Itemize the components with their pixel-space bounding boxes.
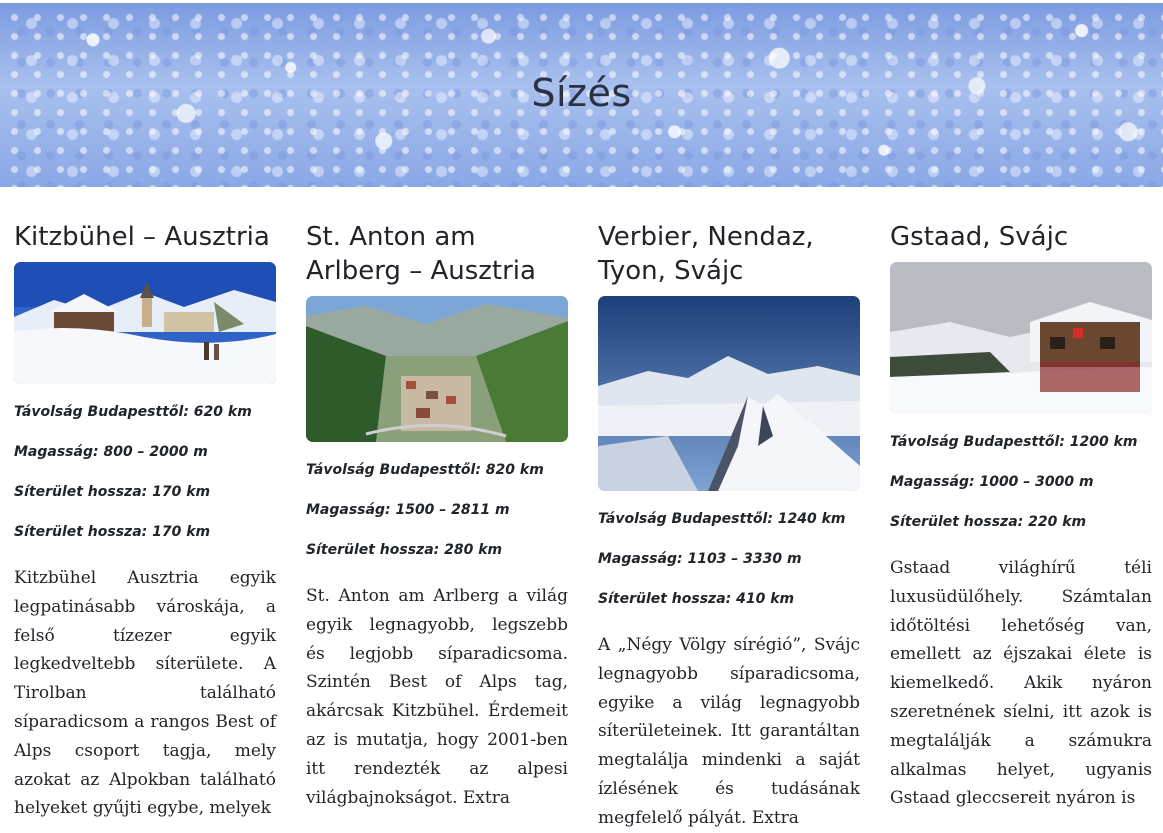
resort-card-st-anton: St. Anton am Arlberg – Ausztria Távolság…: [306, 220, 568, 833]
resort-photo: [598, 296, 860, 491]
slope-length-stat: Síterület hossza: 410 km: [598, 591, 795, 607]
distance-stat: Távolság Budapesttől: 620 km: [14, 404, 252, 420]
distance-stat: Távolság Budapesttől: 1200 km: [890, 434, 1138, 450]
altitude-stat: Magasság: 800 – 2000 m: [14, 444, 208, 460]
resort-card-gstaad: Gstaad, Svájc Távolság Budapesttől: 1200…: [890, 220, 1152, 833]
resort-card-verbier: Verbier, Nendaz, Tyon, Svájc Távolság Bu…: [598, 220, 860, 833]
resort-description: Gstaad világhírű téli luxusüdülőhely. Sz…: [890, 558, 1152, 809]
resort-columns: Kitzbühel – Ausztria Távolság Budapesttő…: [14, 220, 1152, 833]
altitude-stat: Magasság: 1500 – 2811 m: [306, 502, 510, 518]
distance-stat: Távolság Budapesttől: 1240 km: [598, 511, 846, 527]
slope-length-stat: Síterület hossza: 170 km: [14, 484, 211, 500]
slope-length-stat: Síterület hossza: 170 km: [14, 524, 211, 540]
resort-card-kitzbuhel: Kitzbühel – Ausztria Távolság Budapesttő…: [14, 220, 276, 833]
hero-banner: Sízés: [0, 3, 1163, 187]
resort-description: A „Négy Völgy sírégió”, Svájc legnagyobb…: [598, 635, 860, 828]
resort-photo: [306, 296, 568, 442]
resort-title: Kitzbühel – Ausztria: [14, 222, 270, 252]
resort-photo: [890, 262, 1152, 414]
page-title: Sízés: [531, 71, 632, 115]
resort-title: Verbier, Nendaz, Tyon, Svájc: [598, 222, 814, 286]
resort-description: Kitzbühel Ausztria egyik legpatinásabb v…: [14, 568, 276, 819]
altitude-stat: Magasság: 1103 – 3330 m: [598, 551, 802, 567]
slope-length-stat: Síterület hossza: 220 km: [890, 514, 1087, 530]
altitude-stat: Magasság: 1000 – 3000 m: [890, 474, 1094, 490]
distance-stat: Távolság Budapesttől: 820 km: [306, 462, 544, 478]
resort-photo: [14, 262, 276, 384]
resort-title: St. Anton am Arlberg – Ausztria: [306, 222, 536, 286]
resort-title: Gstaad, Svájc: [890, 222, 1069, 252]
slope-length-stat: Síterület hossza: 280 km: [306, 542, 503, 558]
resort-description: St. Anton am Arlberg a világ egyik legna…: [306, 586, 568, 808]
